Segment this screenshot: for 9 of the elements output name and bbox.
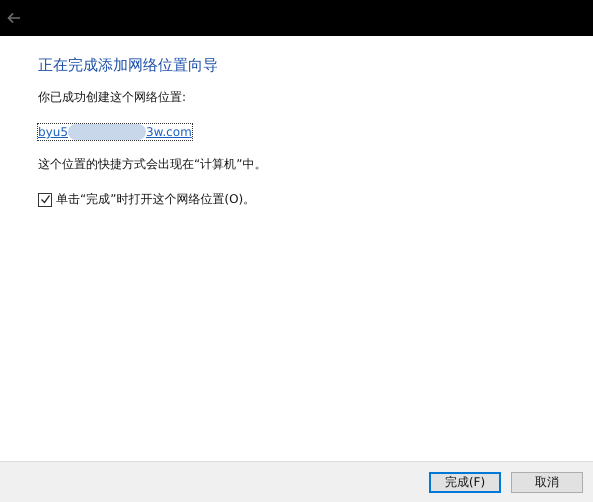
finish-button[interactable]: 完成(F) xyxy=(429,472,501,492)
checkbox-label: 单击“完成”时打开这个网络位置(O)。 xyxy=(56,191,256,208)
network-location-link[interactable]: byu5 3w.com xyxy=(38,124,192,140)
shortcut-note: 这个位置的快捷方式会出现在“计算机”中。 xyxy=(38,156,266,173)
success-message: 你已成功创建这个网络位置: xyxy=(38,89,186,106)
wizard-title: 正在完成添加网络位置向导 xyxy=(38,56,218,75)
back-arrow-icon[interactable] xyxy=(7,12,21,24)
open-checkbox[interactable] xyxy=(38,192,52,206)
cancel-button[interactable]: 取消 xyxy=(511,472,583,492)
